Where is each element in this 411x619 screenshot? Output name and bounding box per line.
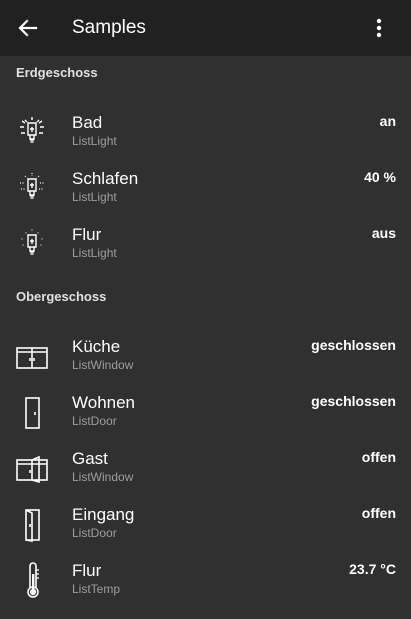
item-name: Küche (72, 337, 121, 356)
list-item-wohnen[interactable]: Wohnen ListDoor geschlossen (0, 385, 411, 441)
window-open-icon (14, 449, 50, 489)
item-value: 23.7 °C (349, 561, 396, 577)
thermometer-icon (14, 561, 50, 601)
list-item-kueche[interactable]: Küche ListWindow geschlossen (0, 329, 411, 385)
item-name: Wohnen (72, 393, 136, 412)
light-bulb-dim-icon (14, 169, 50, 209)
door-open-icon (14, 505, 50, 545)
item-name: Gast (72, 449, 108, 468)
item-type: ListTemp (72, 582, 121, 596)
item-name: Schlafen (72, 169, 139, 188)
item-name: Flur (72, 561, 102, 580)
item-type: ListLight (72, 246, 117, 260)
section-header-erdgeschoss: Erdgeschoss (16, 65, 98, 80)
list-item-schlafen[interactable]: Schlafen ListLight 40 % (0, 161, 411, 217)
door-closed-icon (14, 393, 50, 433)
item-value: an (379, 113, 396, 129)
item-type: ListLight (72, 134, 117, 148)
list-item-flur-light[interactable]: Flur ListLight aus (0, 217, 411, 273)
list-item-flur-temp[interactable]: Flur ListTemp 23.7 °C (0, 553, 411, 609)
item-type: ListWindow (72, 470, 134, 484)
light-bulb-on-icon (14, 113, 50, 153)
item-name: Flur (72, 225, 102, 244)
item-value: aus (371, 225, 396, 241)
item-type: ListDoor (72, 526, 117, 540)
list-item-gast[interactable]: Gast ListWindow offen (0, 441, 411, 497)
app-bar: Samples (0, 0, 411, 56)
item-value: offen (361, 505, 396, 521)
page-title: Samples (72, 17, 146, 38)
list-item-bad[interactable]: Bad ListLight an (0, 105, 411, 161)
item-type: ListWindow (72, 358, 134, 372)
light-bulb-off-icon (14, 225, 50, 265)
list-item-eingang[interactable]: Eingang ListDoor offen (0, 497, 411, 553)
item-type: ListLight (72, 190, 117, 204)
item-type: ListDoor (72, 414, 117, 428)
window-closed-icon (14, 337, 50, 377)
item-name: Bad (72, 113, 103, 132)
section-header-obergeschoss: Obergeschoss (16, 289, 107, 304)
more-vert-icon[interactable] (367, 16, 391, 40)
item-value: geschlossen (311, 393, 396, 409)
item-name: Eingang (72, 505, 135, 524)
item-value: offen (361, 449, 396, 465)
item-value: 40 % (364, 169, 396, 185)
back-arrow-icon[interactable] (16, 16, 40, 40)
item-value: geschlossen (311, 337, 396, 353)
